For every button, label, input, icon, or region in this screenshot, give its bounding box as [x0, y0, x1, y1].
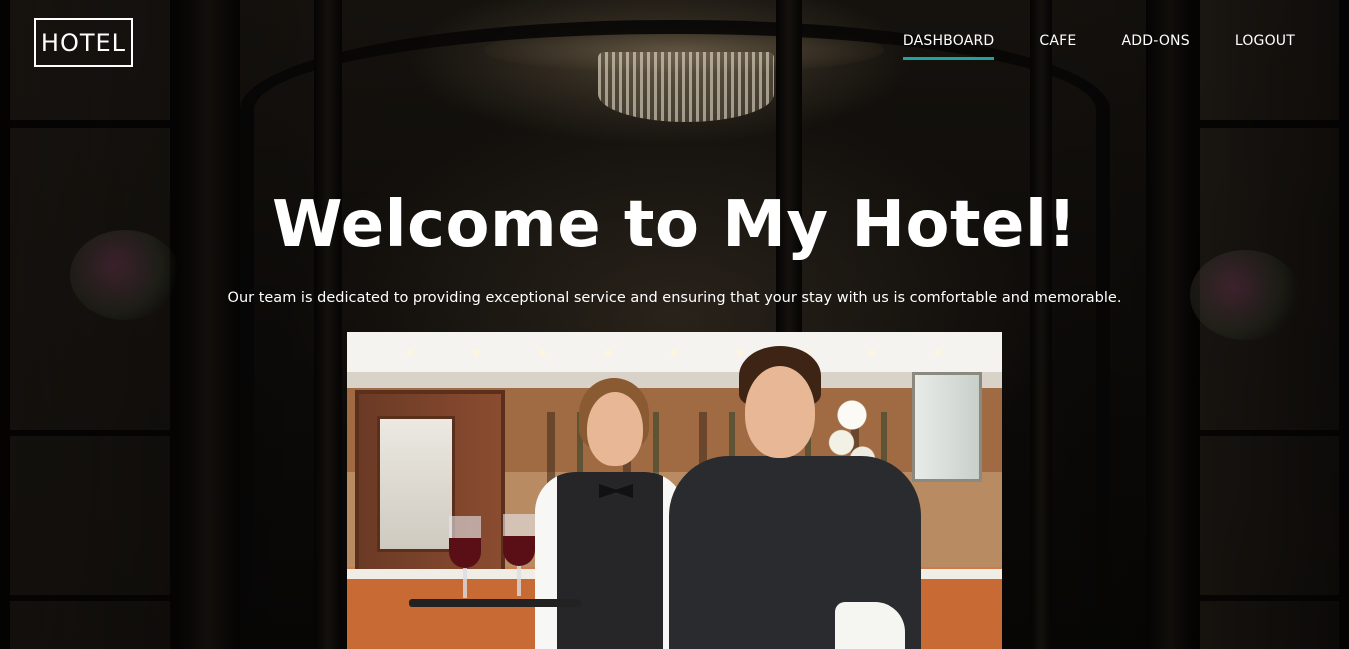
nav-item: LOGOUT: [1235, 33, 1295, 60]
nav-dashboard-link[interactable]: DASHBOARD: [902, 33, 995, 60]
hotel-staff-photo: [347, 332, 1002, 649]
welcome-heading: Welcome to My Hotel!: [271, 188, 1078, 262]
nav-item: CAFE: [1039, 33, 1076, 60]
nav-logout-link[interactable]: LOGOUT: [1235, 33, 1295, 60]
photo-window: [912, 372, 982, 482]
main-navigation: DASHBOARD CAFE ADD-ONS LOGOUT: [902, 33, 1295, 60]
waitress-uniform: [535, 472, 685, 649]
photo-ceiling-lights: [347, 350, 1002, 356]
nav-item: ADD-ONS: [1121, 33, 1189, 60]
nav-cafe-link[interactable]: CAFE: [1039, 33, 1076, 60]
waiter-face: [745, 366, 815, 458]
waiter-towel: [835, 602, 905, 649]
hotel-logo[interactable]: HOTEL: [34, 18, 133, 67]
nav-add-ons-link[interactable]: ADD-ONS: [1121, 33, 1189, 60]
nav-item: DASHBOARD: [902, 33, 995, 60]
waitress-face: [587, 392, 643, 466]
wine-glass: [503, 514, 535, 596]
serving-tray: [409, 599, 581, 607]
welcome-subtitle: Our team is dedicated to providing excep…: [227, 290, 1122, 306]
wine-glass: [449, 516, 481, 598]
